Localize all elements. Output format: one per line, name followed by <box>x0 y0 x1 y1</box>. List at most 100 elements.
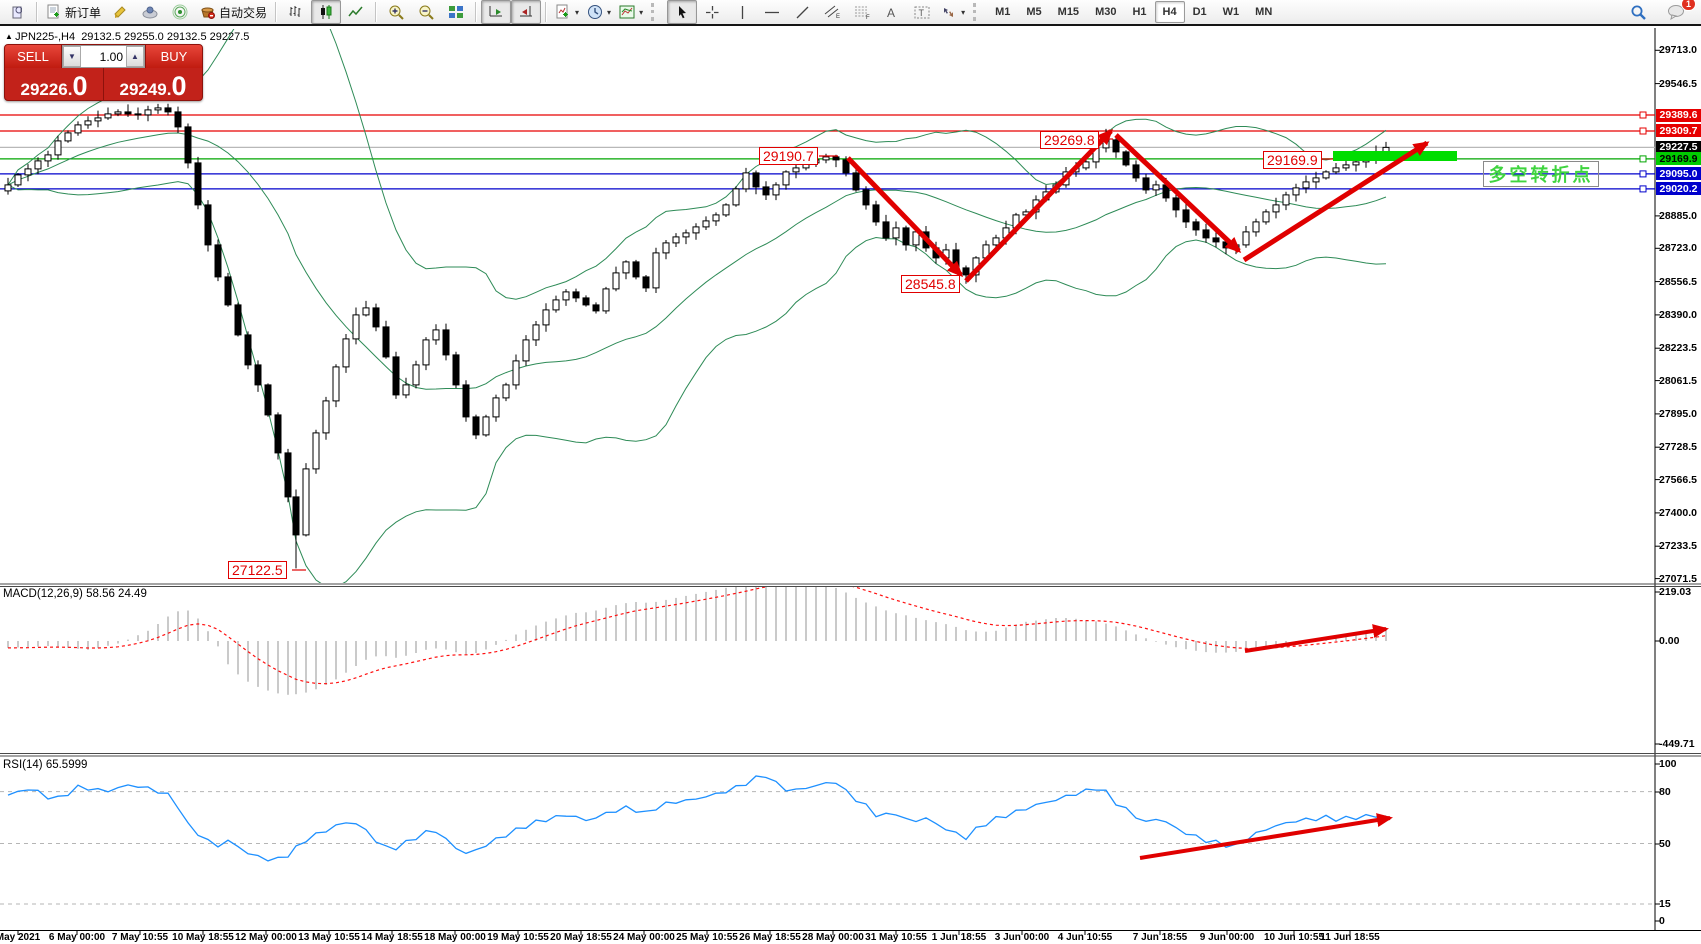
buy-price-big-digit: 0 <box>171 75 186 98</box>
chart-svg <box>0 0 1701 944</box>
text-tool-button[interactable]: A <box>877 0 907 24</box>
date-axis-label: 18 May 00:00 <box>424 932 486 943</box>
price-level-label: 29020.2 <box>1656 182 1701 195</box>
signals-button[interactable] <box>165 0 195 24</box>
volume-increase-button[interactable]: ▲ <box>126 46 144 67</box>
templates-button[interactable]: ▾ <box>615 0 647 24</box>
candlestick-chart-button[interactable] <box>311 0 341 24</box>
price-level-label: 29169.9 <box>1656 152 1701 165</box>
community-button[interactable] <box>135 0 165 24</box>
zoom-out-button[interactable] <box>411 0 441 24</box>
indicators-caret-icon: ▾ <box>575 8 579 17</box>
price-axis-tick-label: 28723.0 <box>1659 242 1697 254</box>
price-callout-label[interactable]: 27122.5 <box>228 561 287 579</box>
timeframe-d1[interactable]: D1 <box>1185 1 1215 23</box>
timeframe-m1[interactable]: M1 <box>987 1 1018 23</box>
date-axis-label: 7 May 10:55 <box>112 932 168 943</box>
crosshair-tool-button[interactable] <box>697 0 727 24</box>
cursor-tool-button[interactable] <box>667 0 697 24</box>
horizontal-line-tool-button[interactable] <box>757 0 787 24</box>
new-order-label: 新订单 <box>65 4 101 21</box>
price-axis-tick-label: 27233.5 <box>1659 540 1697 552</box>
cursor-icon <box>675 5 690 20</box>
turning-point-annotation[interactable]: 多空转折点 <box>1483 161 1599 187</box>
trendline-icon <box>795 5 810 20</box>
indicators-button[interactable]: ▾ <box>551 0 583 24</box>
volume-decrease-button[interactable]: ▼ <box>63 46 81 67</box>
notifications-button[interactable]: 1 <box>1661 0 1691 24</box>
volume-stepper: ▼ 1.00 ▲ <box>62 45 145 68</box>
new-order-button[interactable]: 新订单 <box>42 0 105 24</box>
channel-tool-button[interactable]: E <box>817 0 847 24</box>
timeframe-m30[interactable]: M30 <box>1087 1 1124 23</box>
separator <box>36 2 38 22</box>
sell-button[interactable]: SELL <box>5 45 62 68</box>
fibonacci-icon: F <box>854 4 871 20</box>
trendline-tool-button[interactable] <box>787 0 817 24</box>
price-callout-label[interactable]: 29169.9 <box>1263 151 1322 169</box>
price-axis-tick-label: 27728.5 <box>1659 441 1697 453</box>
separator <box>475 2 477 22</box>
chart-header: ▲ JPN225-,H4 29132.5 29255.0 29132.5 292… <box>5 31 249 43</box>
buy-price[interactable]: 29249. 0 <box>104 68 202 100</box>
styler-button[interactable] <box>105 0 135 24</box>
zoom-in-button[interactable] <box>381 0 411 24</box>
buy-button[interactable]: BUY <box>145 45 202 68</box>
tile-windows-button[interactable] <box>441 0 471 24</box>
terminal-window: 新订单 自动交易 <box>0 0 1701 944</box>
svg-text:E: E <box>836 14 840 20</box>
fibonacci-tool-button[interactable]: F <box>847 0 877 24</box>
rsi-axis-tick-label: 15 <box>1659 898 1671 910</box>
sell-price[interactable]: 29226. 0 <box>5 68 104 100</box>
arrows-tool-button[interactable]: ▾ <box>937 0 969 24</box>
date-axis-label: 14 May 18:55 <box>361 932 423 943</box>
date-axis-label: 10 May 18:55 <box>172 932 234 943</box>
price-callout-label[interactable]: 29269.8 <box>1040 131 1099 149</box>
horizontal-line-icon <box>764 5 780 20</box>
timeframe-m15[interactable]: M15 <box>1050 1 1087 23</box>
price-axis-tick-label: 27071.5 <box>1659 573 1697 585</box>
svg-text:F: F <box>866 15 870 20</box>
date-axis-label: 9 Jun 00:00 <box>1200 932 1254 943</box>
price-axis-tick-label: 27566.5 <box>1659 474 1697 486</box>
templates-caret-icon: ▾ <box>639 8 643 17</box>
vertical-line-tool-button[interactable] <box>727 0 757 24</box>
periods-button[interactable]: ▾ <box>583 0 615 24</box>
signal-icon <box>172 4 188 20</box>
price-axis-tick-label: 28061.5 <box>1659 375 1697 387</box>
line-chart-button[interactable] <box>341 0 371 24</box>
clipped-chart-icon[interactable] <box>2 0 32 24</box>
text-label-tool-button[interactable]: T <box>907 0 937 24</box>
price-callout-label[interactable]: 28545.8 <box>901 275 960 293</box>
date-axis-label: 11 Jun 18:55 <box>1320 932 1379 943</box>
ohlc-values: 29132.5 29255.0 29132.5 29227.5 <box>81 31 249 43</box>
price-axis-tick-label: 27400.0 <box>1659 507 1697 519</box>
search-button[interactable] <box>1623 0 1653 24</box>
vertical-line-icon <box>736 5 749 20</box>
price-callout-label[interactable]: 29190.7 <box>759 147 818 165</box>
auto-trading-button[interactable]: 自动交易 <box>195 0 271 24</box>
brush-icon <box>112 4 128 20</box>
price-level-label: 29309.7 <box>1656 124 1701 137</box>
notification-badge: 1 <box>1681 0 1696 11</box>
volume-input[interactable]: 1.00 <box>81 46 126 67</box>
bar-chart-button[interactable] <box>281 0 311 24</box>
separator <box>545 2 547 22</box>
new-order-icon <box>46 4 62 20</box>
timeframe-mn[interactable]: MN <box>1247 1 1280 23</box>
text-icon: A <box>885 5 899 20</box>
timeframe-m5[interactable]: M5 <box>1018 1 1049 23</box>
auto-trading-icon <box>199 4 216 20</box>
chart-shift-button[interactable] <box>511 0 541 24</box>
toolbar-grip[interactable] <box>973 3 979 21</box>
timeframe-h4[interactable]: H4 <box>1155 1 1185 23</box>
timeframe-w1[interactable]: W1 <box>1215 1 1248 23</box>
toolbar-grip[interactable] <box>651 3 657 21</box>
timeframe-h1[interactable]: H1 <box>1124 1 1154 23</box>
shapes-icon <box>941 5 957 20</box>
symbol-triangle-icon: ▲ <box>5 32 15 41</box>
date-axis-label: 20 May 18:55 <box>550 932 612 943</box>
candlestick-chart-icon <box>318 4 334 20</box>
auto-trading-label: 自动交易 <box>219 4 267 21</box>
auto-scroll-button[interactable] <box>481 0 511 24</box>
